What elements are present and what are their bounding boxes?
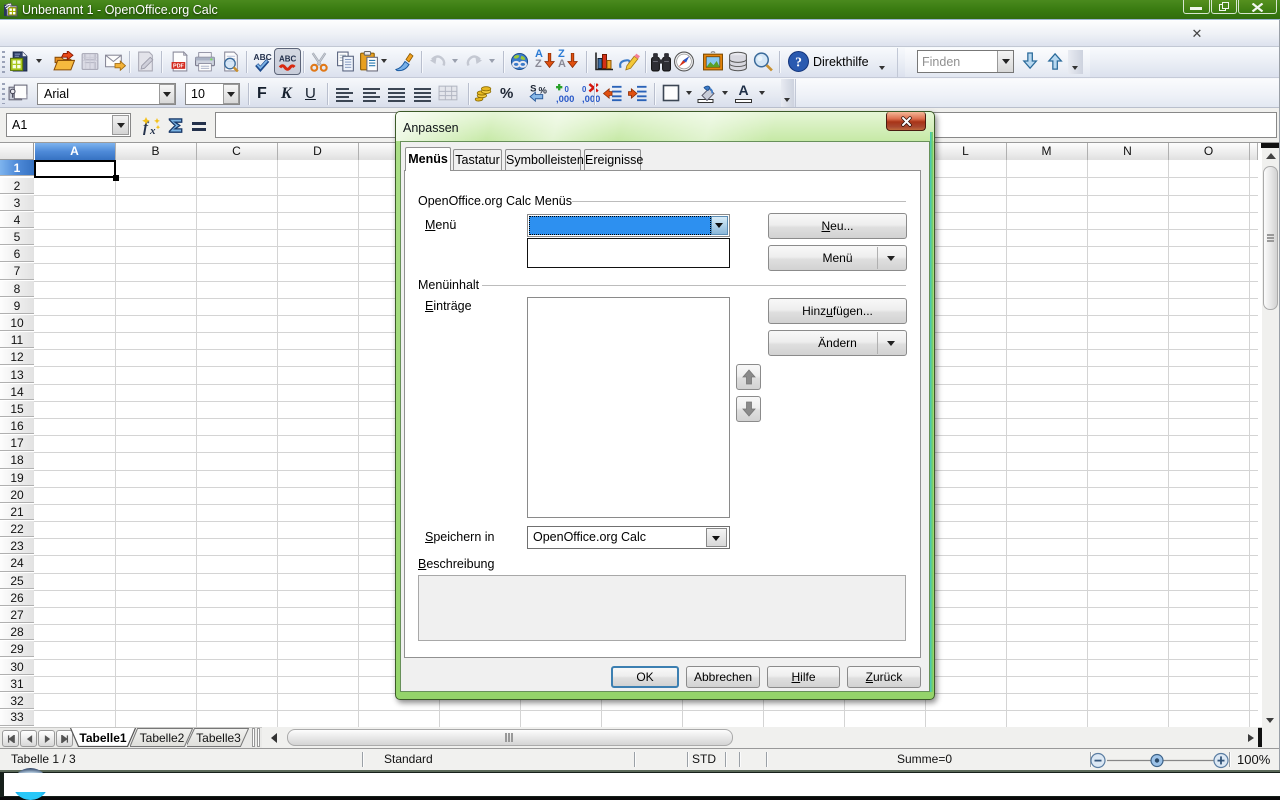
svg-text:,000: ,000 — [556, 94, 574, 104]
svg-text:ABC: ABC — [279, 55, 297, 64]
svg-text:x: x — [149, 125, 156, 136]
svg-text:?: ? — [795, 55, 802, 70]
svg-text:PDF: PDF — [173, 64, 185, 70]
svg-text:ABC: ABC — [254, 52, 272, 62]
svg-text:0: 0 — [582, 85, 587, 94]
svg-text:,000: ,000 — [582, 94, 600, 104]
svg-text:0: 0 — [564, 85, 569, 94]
